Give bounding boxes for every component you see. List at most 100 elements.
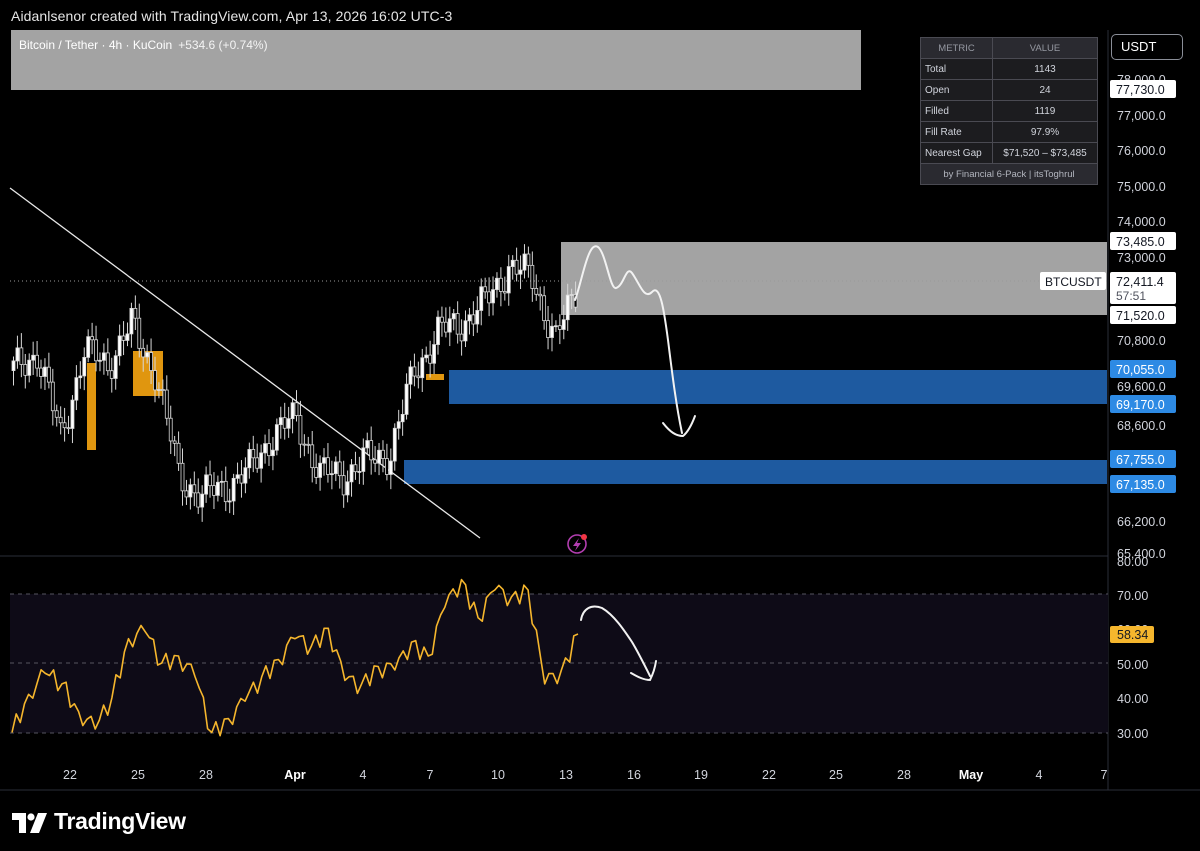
x-tick-label: 10	[491, 768, 505, 782]
candle-body	[157, 389, 161, 391]
candle-body	[263, 443, 267, 454]
candle-body	[58, 416, 63, 424]
x-tick-label: 4	[360, 768, 367, 782]
candle-body	[565, 294, 570, 321]
tradingview-logo-icon	[12, 813, 47, 833]
candle-body	[388, 460, 393, 475]
candle-body	[369, 440, 374, 461]
candle-body	[168, 417, 173, 442]
y-tick-label: 68,600.0	[1117, 419, 1166, 433]
candle-body	[569, 294, 574, 296]
candle-body	[538, 293, 543, 297]
rsi-tick-label: 80.00	[1117, 555, 1148, 569]
candle-body	[440, 316, 444, 323]
candle-body	[215, 481, 220, 496]
candle-body	[554, 325, 558, 328]
candle-body	[255, 457, 260, 469]
price-chart[interactable]: 78,000.0 77,000.0 76,000.0 75,000.0 74,0…	[0, 0, 1200, 851]
candle-body	[98, 359, 102, 362]
rsi-tick-label: 70.00	[1117, 589, 1148, 603]
candle-body	[239, 474, 244, 484]
candle-body	[86, 336, 91, 358]
y-tick-label: 77,000.0	[1117, 109, 1166, 123]
chart-screenshot: Aidanlsenor created with TradingView.com…	[0, 0, 1200, 851]
rsi-tick-label: 30.00	[1117, 727, 1148, 741]
candle-body	[235, 474, 240, 479]
y-tick-label: 69,600.0	[1117, 380, 1166, 394]
candle-body	[27, 359, 32, 376]
candle-body	[341, 475, 346, 496]
candle-body	[102, 352, 106, 361]
candle-body	[153, 370, 157, 391]
candle-body	[271, 449, 275, 457]
candle-body	[373, 459, 378, 464]
candle-body	[43, 366, 47, 377]
candle-body	[180, 462, 185, 492]
candle-body	[121, 335, 126, 341]
candle-body	[62, 422, 67, 429]
candle-body	[196, 492, 201, 508]
candle-body	[66, 427, 71, 430]
candle-body	[259, 452, 264, 469]
alert-icon[interactable]	[567, 534, 587, 554]
order-block	[87, 363, 96, 450]
candle-body	[298, 415, 303, 445]
candle-body	[318, 462, 322, 478]
blue-zone-upper	[449, 370, 1107, 404]
candle-body	[345, 481, 350, 496]
candle-body	[306, 443, 311, 446]
candle-body	[550, 325, 554, 338]
y-tick-label: 73,000.0	[1117, 251, 1166, 265]
price-label: 73,485.0	[1116, 235, 1165, 249]
candle-body	[357, 471, 362, 473]
candle-body	[141, 347, 146, 358]
candle-body	[82, 357, 87, 377]
x-tick-label: 22	[63, 768, 77, 782]
y-tick-label: 75,000.0	[1117, 180, 1166, 194]
candle-body	[314, 467, 319, 478]
candle-body	[400, 413, 405, 423]
candle-body	[526, 253, 531, 266]
candle-body	[510, 259, 515, 267]
time-axis: 22 25 28 Apr 4 7 10 13 16 19 22 25 28 Ma…	[0, 768, 1200, 791]
rsi-tick-label: 50.00	[1117, 658, 1148, 672]
candle-body	[125, 333, 130, 341]
candle-body	[522, 253, 527, 271]
candle-body	[392, 427, 397, 462]
candle-body	[247, 449, 252, 469]
candle-body	[94, 339, 98, 362]
candle-body	[451, 313, 456, 320]
x-tick-label: Apr	[284, 768, 306, 782]
candle-body	[381, 449, 385, 459]
candle-body	[498, 277, 503, 292]
candle-body	[514, 259, 519, 275]
y-tick-label: 76,000.0	[1117, 144, 1166, 158]
candle-body	[487, 291, 491, 304]
x-tick-label: 22	[762, 768, 776, 782]
candle-body	[530, 264, 535, 289]
x-tick-label: 16	[627, 768, 641, 782]
candle-body	[31, 354, 36, 361]
candle-body	[278, 417, 283, 426]
x-tick-label: 7	[1101, 768, 1108, 782]
candle-body	[149, 352, 153, 371]
candle-body	[467, 314, 472, 322]
candle-body	[396, 421, 401, 429]
candle-body	[117, 335, 122, 357]
candle-body	[447, 318, 452, 333]
candle-body	[412, 366, 417, 377]
candle-body	[290, 402, 295, 420]
candle-body	[546, 320, 550, 338]
candle-body	[557, 325, 562, 330]
candle-body	[428, 354, 433, 364]
candle-body	[219, 480, 224, 483]
candle-body	[518, 269, 523, 275]
x-tick-label: 28	[897, 768, 911, 782]
candle-body	[11, 360, 16, 371]
gap-zone	[561, 242, 1107, 315]
tradingview-logo[interactable]: TradingView	[12, 808, 186, 835]
candle-body	[192, 484, 197, 494]
candle-body	[50, 381, 55, 412]
bar-countdown: 57:51	[1116, 289, 1146, 303]
candle-body	[432, 344, 436, 364]
